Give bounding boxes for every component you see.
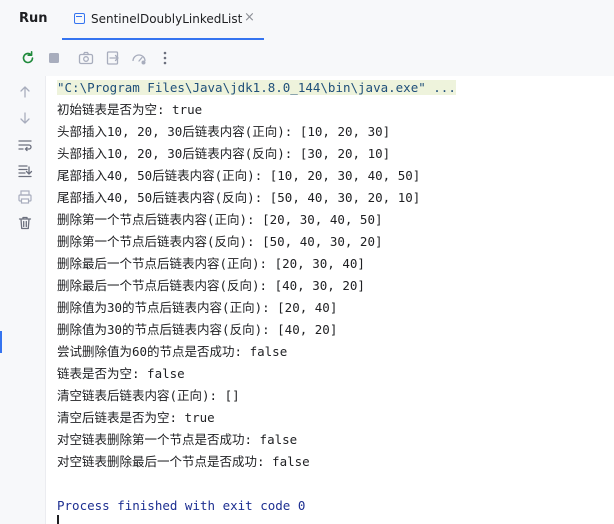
rerun-icon[interactable] (20, 50, 36, 66)
output-line: 清空链表后链表内容(正向): [] (57, 388, 240, 403)
output-line: 尝试删除值为60的节点是否成功: false (57, 344, 288, 359)
output-line: 对空链表删除第一个节点是否成功: false (57, 432, 298, 447)
output-line: 删除第一个节点后链表内容(正向): [20, 30, 40, 50] (57, 212, 383, 227)
command-text: "C:\Program Files\Java\jdk1.8.0_144\bin\… (57, 80, 456, 95)
trash-icon[interactable] (17, 215, 33, 231)
tab-run-configuration[interactable]: SentinelDoublyLinkedList × (62, 0, 264, 40)
scroll-to-end-icon[interactable] (17, 163, 33, 179)
camera-icon[interactable] (78, 50, 94, 66)
console-side-toolbar (0, 76, 46, 524)
output-line: 头部插入10, 20, 30后链表内容(正向): [10, 20, 30] (57, 124, 391, 139)
output-line: 删除最后一个节点后链表内容(反向): [40, 30, 20] (57, 278, 365, 293)
output-line: 尾部插入40, 50后链表内容(正向): [10, 20, 30, 40, 50… (57, 168, 421, 183)
output-line: 链表是否为空: false (57, 366, 185, 381)
output-line: 尾部插入40, 50后链表内容(反向): [50, 40, 30, 20, 10… (57, 190, 421, 205)
more-icon[interactable] (157, 50, 173, 66)
output-line: 删除值为30的节点后链表内容(反向): [40, 20] (57, 322, 338, 337)
close-icon[interactable]: × (244, 11, 255, 25)
application-icon (74, 13, 85, 24)
exit-icon[interactable] (105, 50, 121, 66)
settings-icon[interactable] (131, 50, 147, 66)
stop-icon[interactable] (46, 50, 62, 66)
down-arrow-icon[interactable] (17, 110, 33, 126)
output-line: 清空后链表是否为空: true (57, 410, 215, 425)
text-cursor (57, 515, 59, 524)
tab-label: SentinelDoublyLinkedList (91, 12, 243, 26)
output-line: 头部插入10, 20, 30后链表内容(反向): [30, 20, 10] (57, 146, 391, 161)
output-line: 对空链表删除最后一个节点是否成功: false (57, 454, 310, 469)
output-line: 删除第一个节点后链表内容(反向): [50, 40, 30, 20] (57, 234, 383, 249)
active-marker (0, 331, 2, 353)
console-output[interactable]: "C:\Program Files\Java\jdk1.8.0_144\bin\… (57, 78, 607, 518)
print-icon[interactable] (17, 189, 33, 205)
output-line: 删除最后一个节点后链表内容(正向): [20, 30, 40] (57, 256, 365, 271)
run-toolbar (0, 40, 614, 76)
run-title: Run (19, 11, 48, 26)
command-line: "C:\Program Files\Java\jdk1.8.0_144\bin\… (57, 78, 607, 100)
up-arrow-icon[interactable] (17, 84, 33, 100)
exit-message: Process finished with exit code 0 (57, 498, 306, 513)
run-tool-window-header: Run SentinelDoublyLinkedList × (0, 0, 614, 40)
output-line: 初始链表是否为空: true (57, 102, 203, 117)
output-line: 删除值为30的节点后链表内容(正向): [20, 40] (57, 300, 338, 315)
soft-wrap-icon[interactable] (17, 137, 33, 153)
